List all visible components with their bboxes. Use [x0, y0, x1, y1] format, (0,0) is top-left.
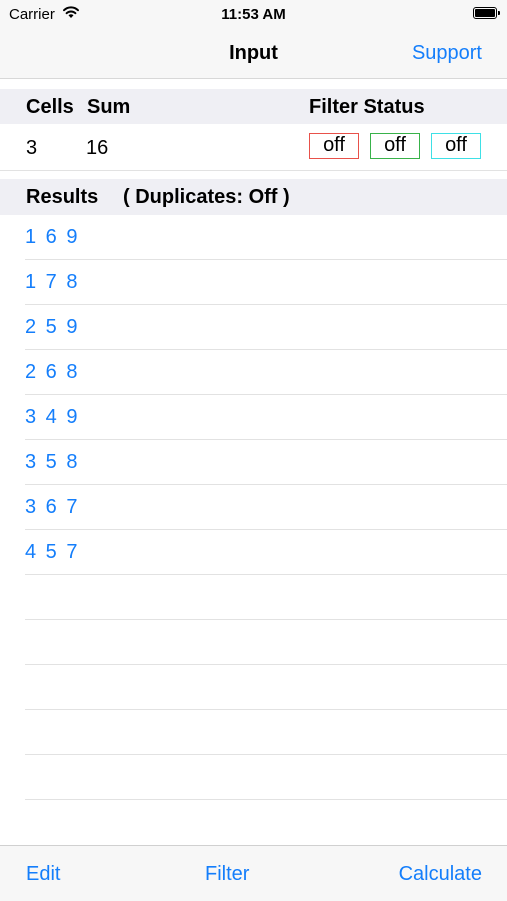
result-combination: 3 6 7 [25, 496, 80, 518]
sum-value: 16 [86, 137, 109, 159]
results-header: Results [26, 186, 99, 208]
input-row[interactable]: 3 16 off off off [0, 124, 507, 171]
empty-row [25, 620, 507, 665]
duplicates-status: ( Duplicates: Off ) [123, 186, 290, 208]
result-row[interactable]: 2 5 9 [25, 305, 507, 350]
empty-row [25, 575, 507, 620]
status-bar: Carrier 11:53 AM [0, 0, 507, 30]
result-combination: 2 5 9 [25, 316, 80, 338]
result-row[interactable]: 3 5 8 [25, 440, 507, 485]
sum-header: Sum [87, 96, 131, 118]
result-combination: 3 4 9 [25, 406, 80, 428]
result-combination: 2 6 8 [25, 361, 80, 383]
result-combination: 1 7 8 [25, 271, 80, 293]
result-combination: 3 5 8 [25, 451, 80, 473]
bottom-toolbar: Edit Filter Calculate [0, 845, 507, 901]
result-row[interactable]: 4 5 7 [25, 530, 507, 575]
empty-row [25, 665, 507, 710]
filter-status-2: off [370, 133, 420, 159]
clock: 11:53 AM [221, 6, 286, 23]
filter-status-header: Filter Status [309, 96, 425, 118]
result-row[interactable]: 3 4 9 [25, 395, 507, 440]
filter-button[interactable]: Filter [205, 863, 249, 886]
result-row[interactable]: 1 7 8 [25, 260, 507, 305]
filter-status-3: off [431, 133, 481, 159]
result-row[interactable]: 3 6 7 [25, 485, 507, 530]
result-row[interactable]: 2 6 8 [25, 350, 507, 395]
result-row[interactable]: 1 6 9 [25, 215, 507, 260]
result-combination: 1 6 9 [25, 226, 80, 248]
empty-row [25, 710, 507, 755]
empty-row [25, 755, 507, 800]
results-section-header: Results ( Duplicates: Off ) [0, 179, 507, 215]
battery-icon [473, 7, 500, 19]
result-combination: 4 5 7 [25, 541, 80, 563]
results-list: 1 6 9 1 7 8 2 5 9 2 6 8 3 4 9 3 5 8 3 6 … [0, 215, 507, 800]
input-section-header: Cells Sum Filter Status [0, 89, 507, 125]
filter-status-1: off [309, 133, 359, 159]
calculate-button[interactable]: Calculate [399, 863, 482, 886]
cells-header: Cells [26, 96, 74, 118]
support-button[interactable]: Support [412, 42, 482, 65]
navigation-bar: Input Support [0, 30, 507, 79]
edit-button[interactable]: Edit [26, 863, 60, 886]
cells-value: 3 [26, 137, 38, 159]
